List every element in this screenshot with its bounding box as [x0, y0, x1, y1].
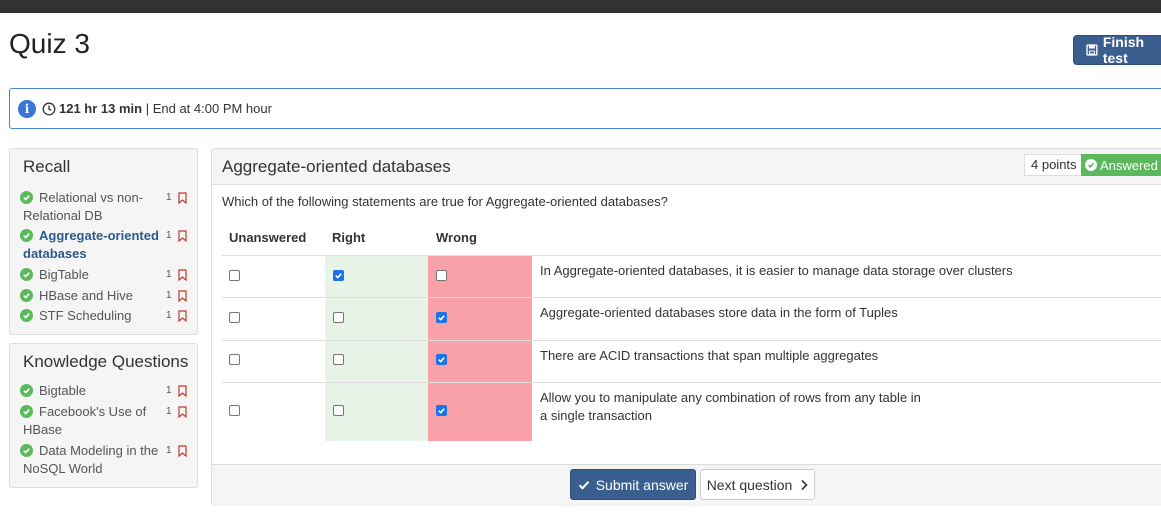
- check-circle-icon: [20, 309, 33, 322]
- check-circle-icon: [20, 268, 33, 281]
- question-header: Aggregate-oriented databases 4 points An…: [212, 149, 1161, 185]
- sidebar-item-aggregate[interactable]: Aggregate-oriented databases 1: [10, 227, 197, 263]
- right-checkbox[interactable]: [333, 270, 344, 281]
- timer-bar: i 121 hr 13 min | End at 4:00 PM hour: [9, 88, 1161, 129]
- right-checkbox[interactable]: [333, 354, 344, 365]
- recall-section: Recall Relational vs non-Relational DB 1…: [9, 148, 198, 335]
- statement-row: Aggregate-oriented databases store data …: [222, 297, 1161, 340]
- bookmark-icon[interactable]: [178, 406, 187, 418]
- top-bar: [0, 0, 1161, 13]
- sidebar-item-label: Facebook's Use of HBase: [23, 404, 147, 437]
- sidebar-item-count: 1: [166, 269, 172, 280]
- question-prompt: Which of the following statements are tr…: [222, 194, 668, 209]
- check-circle-icon: [20, 229, 33, 242]
- submit-answer-button[interactable]: Submit answer: [570, 469, 696, 500]
- statement-text: Allow you to manipulate any combination …: [540, 390, 921, 423]
- knowledge-section-title: Knowledge Questions: [23, 352, 189, 371]
- right-checkbox[interactable]: [333, 405, 344, 416]
- statement-row: There are ACID transactions that span mu…: [222, 340, 1161, 382]
- wrong-checkbox[interactable]: [436, 354, 447, 365]
- check-circle-icon: [20, 289, 33, 302]
- sidebar-item-label: BigTable: [39, 267, 89, 282]
- check-circle-icon: [20, 384, 33, 397]
- sidebar-item-bigtable-kq[interactable]: Bigtable 1: [10, 382, 197, 400]
- sidebar-item-label: STF Scheduling: [39, 308, 132, 323]
- sidebar-item-count: 1: [166, 290, 172, 301]
- bookmark-icon[interactable]: [178, 269, 187, 281]
- statement-text: There are ACID transactions that span mu…: [540, 348, 879, 363]
- sidebar-item-relational[interactable]: Relational vs non-Relational DB 1: [10, 189, 197, 225]
- sidebar-item-stf[interactable]: STF Scheduling 1: [10, 307, 197, 325]
- finish-test-label: Finish test: [1102, 34, 1145, 66]
- sidebar-item-count: 1: [166, 230, 172, 241]
- column-header-right: Right: [332, 230, 366, 245]
- bookmark-icon[interactable]: [178, 445, 187, 457]
- unanswered-checkbox[interactable]: [229, 270, 240, 281]
- sidebar-item-count: 1: [166, 406, 172, 417]
- next-question-button[interactable]: Next question: [700, 469, 815, 500]
- sidebar-item-label: Bigtable: [39, 383, 86, 398]
- submit-answer-label: Submit answer: [595, 476, 689, 493]
- check-circle-icon: [20, 444, 33, 457]
- knowledge-section: Knowledge Questions Bigtable 1 Facebook'…: [9, 343, 198, 488]
- points-badge: 4 points: [1024, 154, 1084, 176]
- sidebar-item-count: 1: [166, 445, 172, 456]
- statement-text: In Aggregate-oriented databases, it is e…: [540, 263, 1013, 278]
- wrong-checkbox[interactable]: [436, 405, 447, 416]
- sidebar-item-label: HBase and Hive: [39, 288, 133, 303]
- bookmark-icon[interactable]: [178, 192, 187, 204]
- statement-text: Aggregate-oriented databases store data …: [540, 305, 898, 320]
- statement-row: In Aggregate-oriented databases, it is e…: [222, 255, 1161, 297]
- column-header-unanswered: Unanswered: [229, 230, 307, 245]
- check-circle-icon: [1085, 159, 1097, 171]
- finish-test-button[interactable]: Finish test: [1073, 34, 1161, 66]
- statement-row: Allow you to manipulate any combination …: [222, 382, 1161, 441]
- recall-section-title: Recall: [23, 157, 71, 176]
- end-time-text: | End at 4:00 PM hour: [142, 101, 272, 116]
- wrong-checkbox[interactable]: [436, 270, 447, 281]
- sidebar-item-label: Aggregate-oriented databases: [23, 228, 159, 261]
- check-icon: [578, 480, 589, 490]
- check-circle-icon: [20, 405, 33, 418]
- sidebar-item-data-modeling[interactable]: Data Modeling in the NoSQL World 1: [10, 442, 197, 478]
- sidebar-item-bigtable[interactable]: BigTable 1: [10, 266, 197, 284]
- sidebar-item-label: Data Modeling in the NoSQL World: [23, 443, 159, 476]
- question-title: Aggregate-oriented databases: [222, 157, 451, 176]
- clock-icon: [42, 102, 56, 115]
- sidebar-item-count: 1: [166, 192, 172, 203]
- page-title: Quiz 3: [9, 28, 90, 59]
- status-badge: Answered: [1081, 154, 1161, 176]
- question-panel: Aggregate-oriented databases 4 points An…: [211, 148, 1161, 506]
- bookmark-icon[interactable]: [178, 290, 187, 302]
- sidebar-item-label: Relational vs non-Relational DB: [23, 190, 144, 223]
- bookmark-icon[interactable]: [178, 310, 187, 322]
- save-icon: [1086, 44, 1098, 56]
- next-question-label: Next question: [706, 476, 793, 493]
- time-remaining: 121 hr 13 min: [59, 101, 143, 116]
- check-circle-icon: [20, 191, 33, 204]
- status-label: Answered: [1100, 157, 1158, 173]
- sidebar-item-count: 1: [166, 385, 172, 396]
- sidebar-item-hbase-hive[interactable]: HBase and Hive 1: [10, 287, 197, 305]
- sidebar-item-count: 1: [166, 310, 172, 321]
- right-checkbox[interactable]: [333, 312, 344, 323]
- bookmark-icon[interactable]: [178, 230, 187, 242]
- chevron-right-icon: [801, 479, 808, 490]
- unanswered-checkbox[interactable]: [229, 312, 240, 323]
- sidebar-item-facebook-hbase[interactable]: Facebook's Use of HBase 1: [10, 403, 197, 439]
- unanswered-checkbox[interactable]: [229, 405, 240, 416]
- column-header-wrong: Wrong: [436, 230, 477, 245]
- bookmark-icon[interactable]: [178, 385, 187, 397]
- question-footer: Submit answer Next question: [212, 464, 1161, 506]
- unanswered-checkbox[interactable]: [229, 354, 240, 365]
- info-icon: i: [18, 99, 36, 118]
- wrong-checkbox[interactable]: [436, 312, 447, 323]
